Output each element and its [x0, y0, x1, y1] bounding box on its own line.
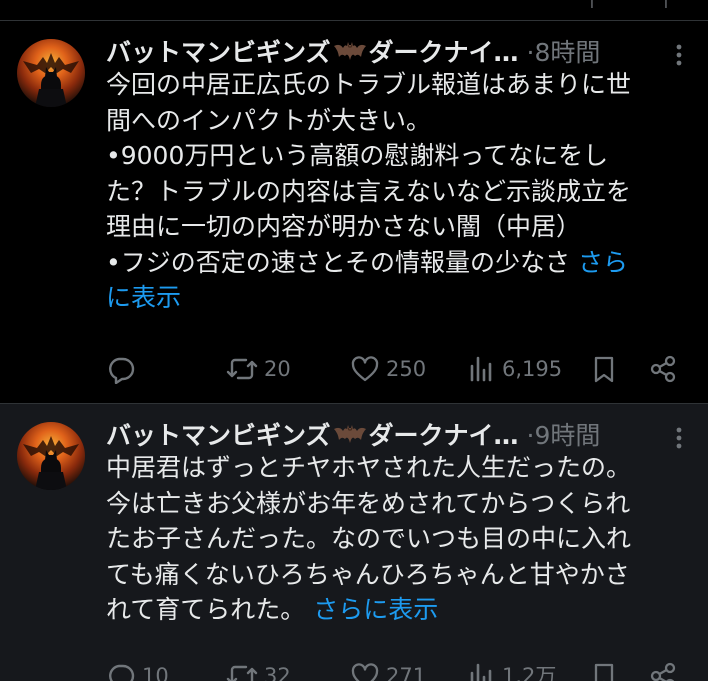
bat-emoji-icon: [333, 38, 367, 64]
reply-button[interactable]: [106, 353, 142, 385]
author-name[interactable]: バットマンビギンズ: [106, 38, 331, 67]
retweet-count: 32: [264, 664, 291, 681]
more-options-icon[interactable]: [664, 422, 694, 452]
reply-count: 10: [142, 664, 169, 681]
views-button[interactable]: 6,195: [468, 353, 562, 385]
tweet-text: 今回の中居正広氏のトラブル報道はあまりに世 間へのインパクトが大きい。 •900…: [106, 67, 706, 316]
top-cutoff-glyph: ı: [664, 0, 668, 12]
like-count: 250: [386, 357, 427, 381]
tweet-header: バットマンビギンズ ダークナイ… ·9時間: [106, 418, 600, 454]
more-options-icon[interactable]: [664, 39, 694, 69]
tweet-body-text: 今回の中居正広氏のトラブル報道はあまりに世 間へのインパクトが大きい。 •900…: [106, 70, 632, 277]
like-button[interactable]: 250: [350, 353, 426, 385]
retweet-count: 20: [264, 357, 291, 381]
tweet-actions: 10 32 271 1.2万: [0, 660, 708, 681]
like-button[interactable]: 271: [350, 660, 426, 681]
reply-button[interactable]: 10: [106, 660, 169, 681]
share-button[interactable]: [648, 660, 678, 681]
tweet-header: バットマンビギンズ ダークナイ… ·8時間: [106, 35, 600, 71]
bookmark-button[interactable]: [590, 353, 618, 385]
bat-emoji-icon: [333, 421, 367, 447]
author-name-suffix[interactable]: ダークナイ…: [369, 421, 519, 450]
bookmark-icon: [594, 356, 614, 383]
tweet[interactable]: バットマンビギンズ ダークナイ… ·9時間 中居君はずっとチヤホヤされた人生だった…: [0, 404, 708, 681]
tweet[interactable]: バットマンビギンズ ダークナイ… ·8時間 今回の中居正広氏のトラブル報道はあまり…: [0, 21, 708, 403]
bookmark-button[interactable]: [590, 660, 618, 681]
views-button[interactable]: 1.2万: [468, 660, 556, 681]
views-count: 1.2万: [502, 664, 557, 681]
author-name-suffix[interactable]: ダークナイ…: [369, 38, 519, 67]
share-icon: [650, 662, 676, 681]
tweet-text: 中居君はずっとチヤホヤされた人生だったの。 今は亡きお父様がお年をめされてからつ…: [106, 450, 706, 628]
timestamp[interactable]: 8時間: [534, 38, 600, 67]
retweet-icon: [226, 358, 258, 380]
like-count: 271: [386, 664, 427, 681]
author-name[interactable]: バットマンビギンズ: [106, 421, 331, 450]
reply-icon: [109, 357, 135, 384]
share-icon: [650, 355, 676, 383]
share-button[interactable]: [648, 353, 678, 385]
reply-icon: [109, 664, 135, 681]
top-cutoff-glyph: ı: [590, 0, 594, 12]
show-more-link[interactable]: さらに表示: [313, 595, 438, 624]
retweet-button[interactable]: 20: [226, 353, 291, 385]
avatar[interactable]: [17, 39, 85, 107]
avatar[interactable]: [17, 422, 85, 490]
views-icon: [470, 356, 492, 382]
timestamp[interactable]: 9時間: [534, 421, 600, 450]
bookmark-icon: [594, 663, 614, 681]
heart-icon: [351, 663, 379, 681]
retweet-icon: [226, 665, 258, 681]
retweet-button[interactable]: 32: [226, 660, 291, 681]
views-count: 6,195: [502, 357, 563, 381]
views-icon: [470, 663, 492, 681]
tweet-actions: 20 250 6,195: [0, 353, 708, 385]
heart-icon: [351, 356, 379, 382]
